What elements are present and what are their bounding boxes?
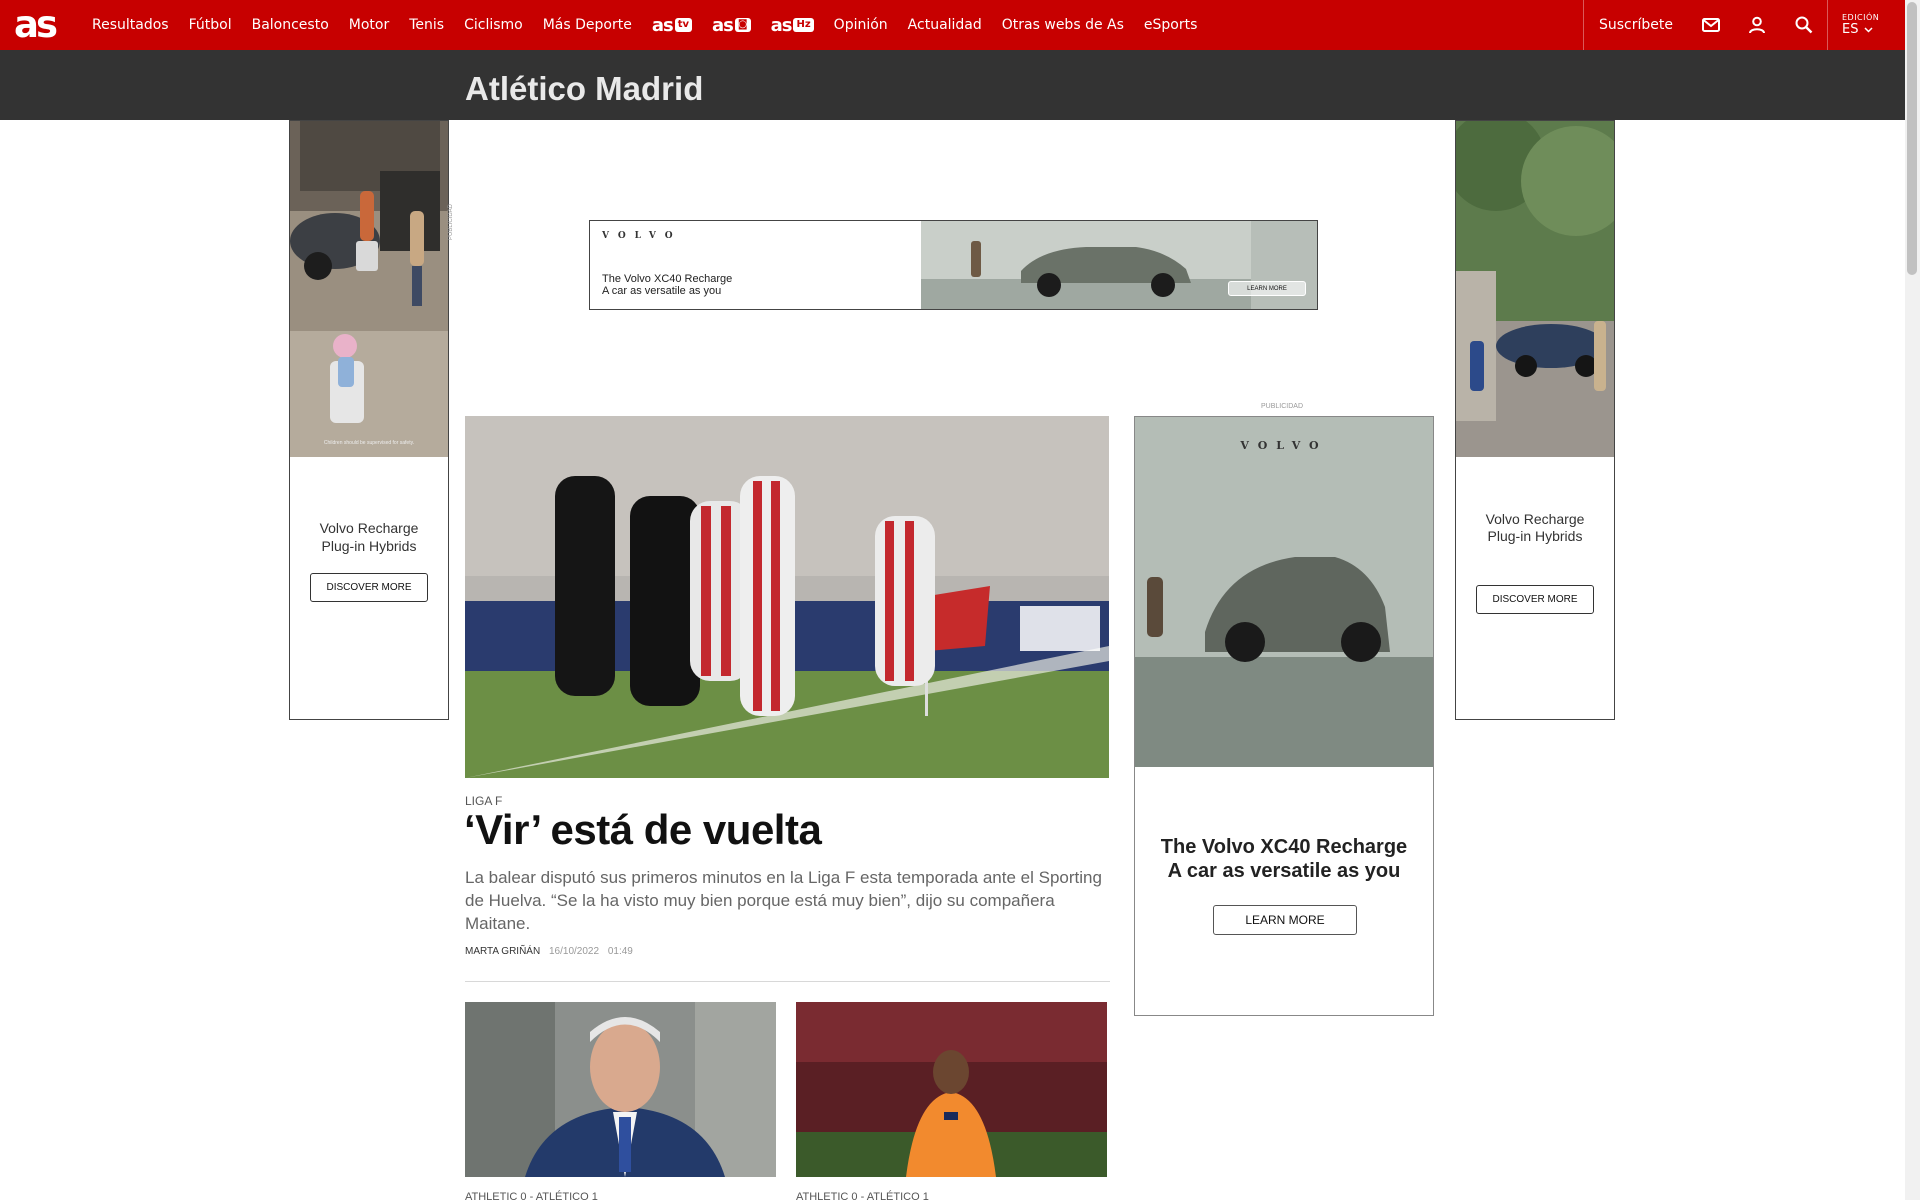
tv-badge: tv [674,18,693,32]
ad-headline-line2: Plug-in Hybrids [321,538,417,554]
ad-headline-line2: Plug-in Hybrids [1487,528,1583,544]
edition-selector[interactable]: EDICIÓN ES [1826,0,1905,50]
discover-more-button[interactable]: DISCOVER MORE [1476,585,1594,614]
volvo-logo: VOLVO [602,231,682,241]
nav-item-motor[interactable]: Motor [339,17,399,33]
article-time: 01:49 [607,946,633,957]
nav-item-opinion[interactable]: Opinión [824,17,898,33]
mail-icon [1702,18,1721,32]
thumb-kicker[interactable]: ATHLETIC 0 - ATLÉTICO 1 [465,1191,598,1203]
page-title: Atlético Madrid [465,70,704,107]
user-account-button[interactable] [1734,0,1780,50]
nav-item-futbol[interactable]: Fútbol [179,17,242,33]
search-button[interactable] [1781,0,1827,50]
right-skyscraper-ad[interactable]: Volvo Recharge Plug-in Hybrids DISCOVER … [1455,120,1615,720]
ad-lifestyle-image [290,121,448,457]
thumb-kicker[interactable]: ATHLETIC 0 - ATLÉTICO 1 [796,1191,929,1203]
article-byline: MARTA GRIÑÁN 16/10/2022 01:49 [465,946,633,957]
as-audio-wordmark: as [770,14,793,36]
section-header-bar [0,50,1905,120]
chevron-down-icon [1864,26,1873,33]
nav-as-audio-logo[interactable]: as Hz [761,15,824,36]
article-date: 16/10/2022 [548,946,600,957]
main-nav: Resultados Fútbol Baloncesto Motor Tenis… [82,0,1207,50]
article-author[interactable]: MARTA GRIÑÁN [465,946,540,957]
user-icon [1749,16,1766,34]
sidebar-ad[interactable]: VOLVO The Volvo XC40 Recharge A car as v… [1134,416,1434,1016]
ad-safety-note: Children should be supervised for safety… [323,440,415,446]
learn-more-button[interactable]: LEARN MORE [1228,281,1306,296]
thumb-image-cerezo[interactable] [465,1002,776,1177]
ad-headline-line1: The Volvo XC40 Recharge [602,273,733,285]
as-tv-wordmark: as [651,14,674,36]
audio-wave-icon: Hz [793,18,814,32]
thumb-image-goalkeeper[interactable] [796,1002,1107,1177]
discover-more-button[interactable]: DISCOVER MORE [310,573,428,602]
search-icon [1795,16,1813,34]
ad-headline-line1: Volvo Recharge [319,520,419,536]
as-photo-wordmark: as [712,14,734,36]
camera-icon: ◙ [734,18,751,32]
ad-publicidad-label: PUBLICIDAD [448,203,454,240]
ad-headline-line1: The Volvo XC40 Recharge [1160,836,1408,858]
learn-more-button[interactable]: LEARN MORE [1213,905,1357,935]
article-summary: La balear disputó sus primeros minutos e… [465,868,1102,933]
nav-item-resultados[interactable]: Resultados [82,17,179,33]
article-headline[interactable]: ‘Vir’ está de vuelta [464,806,822,854]
left-skyscraper-ad[interactable]: Children should be supervised for safety… [289,120,449,720]
newsletter-button[interactable] [1688,0,1734,50]
ad-publicidad-label: PUBLICIDAD [1261,403,1304,410]
ad-headline-line1: Volvo Recharge [1485,511,1585,527]
nav-item-tenis[interactable]: Tenis [399,17,454,33]
ad-street-image [1456,121,1614,457]
top-banner-ad[interactable]: VOLVO The Volvo XC40 Recharge A car as v… [589,220,1318,310]
as-logo[interactable]: as [14,3,58,47]
ad-car-image [1135,417,1433,767]
nav-item-ciclismo[interactable]: Ciclismo [454,17,533,33]
nav-as-photo-logo[interactable]: as ◙ [702,15,761,36]
nav-item-baloncesto[interactable]: Baloncesto [242,17,339,33]
ad-headline-line2: A car as versatile as you [1167,860,1401,882]
edition-label: EDICIÓN [1841,13,1880,22]
nav-item-actualidad[interactable]: Actualidad [898,17,992,33]
nav-as-tv-logo[interactable]: as tv [642,15,702,36]
ad-headline-line2: A car as versatile as you [602,285,722,297]
article-hero-image[interactable] [465,416,1109,778]
scrollbar-thumb[interactable] [1907,2,1917,275]
nav-item-mas-deporte[interactable]: Más Deporte [533,17,642,33]
volvo-logo: VOLVO [1240,439,1328,452]
nav-right-actions: Suscríbete EDICIÓN ES [1583,0,1905,50]
article-divider [465,981,1110,982]
nav-item-esports[interactable]: eSports [1134,17,1208,33]
subscribe-button[interactable]: Suscríbete [1583,0,1688,50]
edition-value: ES [1841,22,1859,37]
nav-item-otras-webs[interactable]: Otras webs de As [992,17,1134,33]
